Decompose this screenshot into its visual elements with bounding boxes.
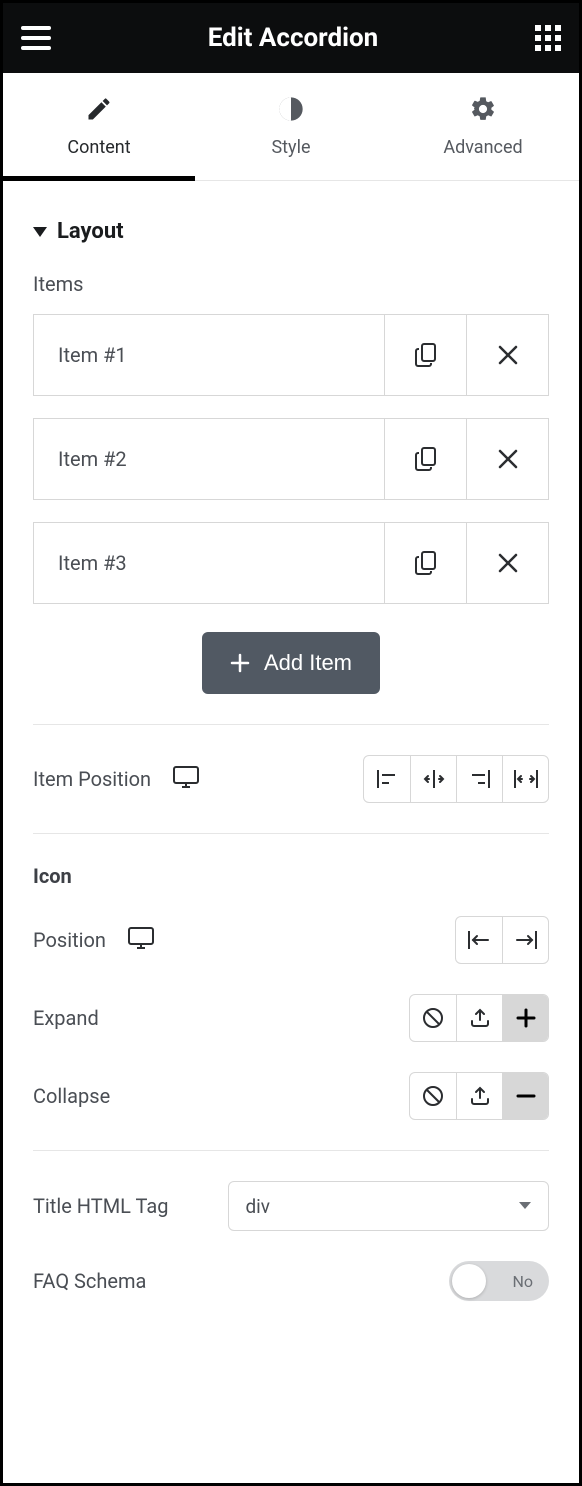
repeater-item-title[interactable]: Item #3 (34, 523, 384, 603)
toggle-knob (452, 1264, 486, 1298)
close-icon (498, 345, 518, 365)
collapse-label: Collapse (33, 1084, 110, 1108)
add-item-label: Add Item (264, 650, 352, 676)
section-layout-header[interactable]: Layout (33, 181, 549, 272)
responsive-icon[interactable] (128, 927, 154, 954)
duplicate-button[interactable] (384, 419, 466, 499)
icon-position-left[interactable] (456, 917, 502, 963)
title-html-tag-value: div (245, 1195, 270, 1218)
divider (33, 1150, 549, 1151)
close-icon (498, 449, 518, 469)
faq-schema-row: FAQ Schema No (33, 1261, 549, 1301)
faq-schema-value: No (512, 1272, 533, 1291)
panel-body: Layout Items Item #1 Item #2 Item #3 (3, 181, 579, 1483)
collapse-row: Collapse (33, 1072, 549, 1120)
icon-none[interactable] (410, 1073, 456, 1119)
repeater-item-title[interactable]: Item #1 (34, 315, 384, 395)
repeater-item: Item #1 (33, 314, 549, 396)
tab-advanced-label: Advanced (443, 137, 522, 158)
items-repeater: Item #1 Item #2 Item #3 (33, 314, 549, 604)
duplicate-button[interactable] (384, 315, 466, 395)
title-html-tag-select[interactable]: div (228, 1181, 549, 1231)
title-html-tag-row: Title HTML Tag div (33, 1181, 549, 1231)
icon-upload[interactable] (456, 1073, 502, 1119)
close-icon (498, 553, 518, 573)
responsive-icon[interactable] (173, 766, 199, 793)
icon-minus[interactable] (502, 1073, 548, 1119)
align-end[interactable] (456, 756, 502, 802)
panel-title: Edit Accordion (51, 23, 535, 53)
remove-button[interactable] (466, 315, 548, 395)
item-position-row: Item Position (33, 755, 549, 803)
collapse-choices (409, 1072, 549, 1120)
icon-upload[interactable] (456, 995, 502, 1041)
align-stretch[interactable] (502, 756, 548, 802)
expand-choices (409, 994, 549, 1042)
section-layout-title: Layout (57, 219, 124, 244)
items-label: Items (33, 272, 549, 296)
tab-content-label: Content (67, 137, 130, 158)
hamburger-menu-icon[interactable] (21, 26, 51, 50)
repeater-item: Item #3 (33, 522, 549, 604)
caret-down-icon (518, 1201, 532, 1211)
tab-content[interactable]: Content (3, 73, 195, 181)
upload-icon (469, 1085, 491, 1107)
duplicate-button[interactable] (384, 523, 466, 603)
icon-heading: Icon (33, 864, 549, 888)
copy-icon (415, 343, 437, 367)
faq-schema-label: FAQ Schema (33, 1269, 146, 1293)
tab-style[interactable]: Style (195, 73, 387, 180)
faq-schema-toggle[interactable]: No (449, 1261, 549, 1301)
copy-icon (415, 447, 437, 471)
icon-none[interactable] (410, 995, 456, 1041)
item-position-choices (363, 755, 549, 803)
divider (33, 724, 549, 725)
tab-advanced[interactable]: Advanced (387, 73, 579, 180)
plus-icon (230, 653, 250, 673)
remove-button[interactable] (466, 419, 548, 499)
ban-icon (422, 1007, 444, 1029)
icon-position-right[interactable] (502, 917, 548, 963)
icon-position-choices (455, 916, 549, 964)
tab-style-label: Style (271, 137, 310, 158)
icon-plus[interactable] (502, 995, 548, 1041)
copy-icon (415, 551, 437, 575)
editor-tabs: Content Style Advanced (3, 73, 579, 181)
align-start[interactable] (364, 756, 410, 802)
caret-down-icon (33, 227, 47, 237)
icon-position-label: Position (33, 928, 106, 952)
repeater-item-title[interactable]: Item #2 (34, 419, 384, 499)
add-item-button[interactable]: Add Item (202, 632, 380, 694)
apps-grid-icon[interactable] (535, 25, 561, 51)
repeater-item: Item #2 (33, 418, 549, 500)
minus-icon (516, 1086, 536, 1106)
expand-label: Expand (33, 1006, 99, 1030)
item-position-label: Item Position (33, 767, 151, 791)
ban-icon (422, 1085, 444, 1107)
divider (33, 833, 549, 834)
icon-position-row: Position (33, 916, 549, 964)
upload-icon (469, 1007, 491, 1029)
expand-row: Expand (33, 994, 549, 1042)
plus-icon (516, 1008, 536, 1028)
remove-button[interactable] (466, 523, 548, 603)
align-center[interactable] (410, 756, 456, 802)
panel-header: Edit Accordion (3, 3, 579, 73)
title-html-tag-label: Title HTML Tag (33, 1194, 168, 1218)
